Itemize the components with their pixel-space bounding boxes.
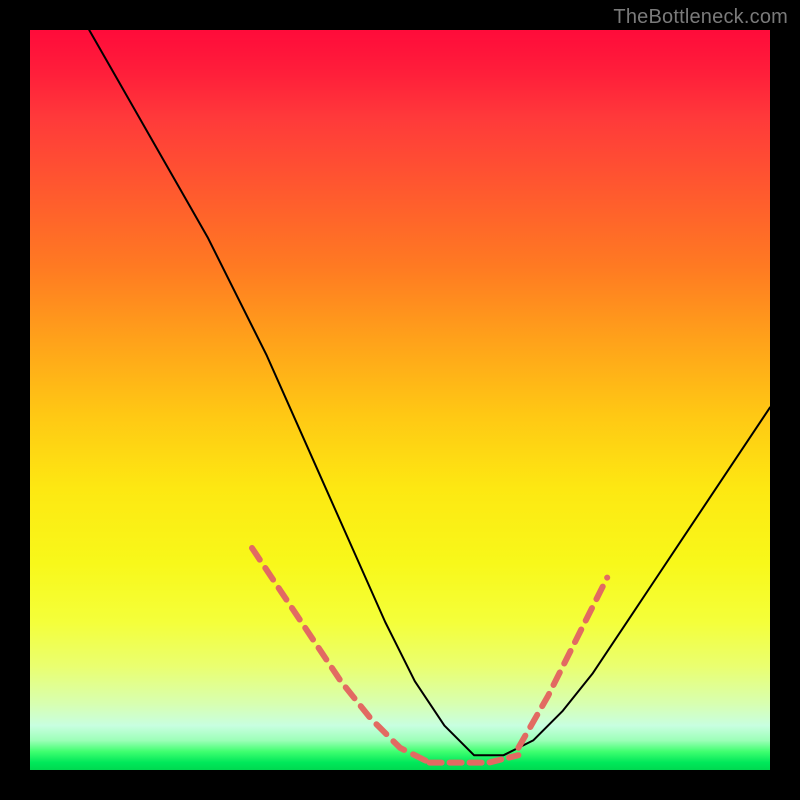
series-left-dash-overlay [252,548,430,763]
series-group [89,30,770,763]
chart-svg [30,30,770,770]
chart-plot-area [30,30,770,770]
series-bottleneck-curve [89,30,770,755]
chart-frame: TheBottleneck.com [0,0,800,800]
series-right-dash-overlay [518,578,607,748]
series-bottom-dash-overlay [430,755,519,762]
watermark-text: TheBottleneck.com [613,6,788,29]
